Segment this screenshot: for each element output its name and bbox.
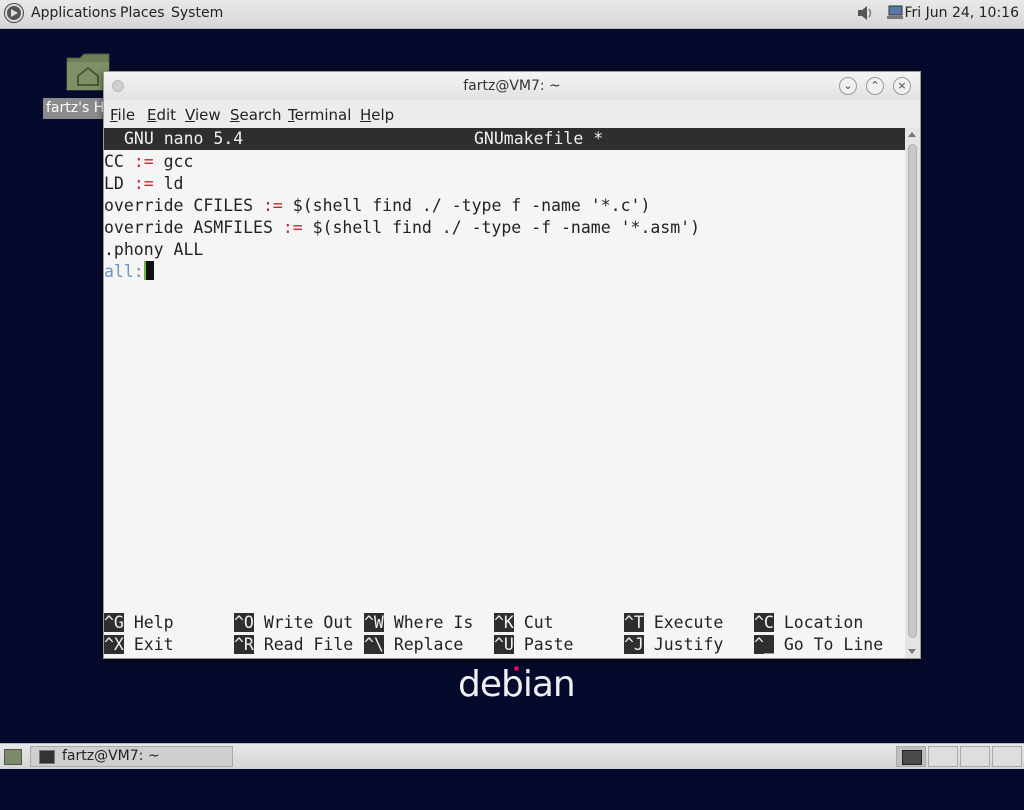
- shortcut-replace[interactable]: ^\ Replace: [364, 634, 463, 656]
- taskbar-task-label: fartz@VM7: ~: [62, 748, 160, 764]
- volume-icon[interactable]: [856, 5, 874, 21]
- code-line[interactable]: all:: [104, 261, 154, 283]
- shortcut-write-out[interactable]: ^O Write Out: [234, 612, 353, 634]
- code-line[interactable]: override ASMFILES := $(shell find ./ -ty…: [104, 217, 700, 239]
- workspace-3[interactable]: [960, 746, 990, 767]
- window-titlebar[interactable]: fartz@VM7: ~ ⌄ ⌃ ×: [104, 72, 920, 100]
- shortcut-row-2: ^X Exit ^R Read File ^\ Replace ^U Paste…: [104, 634, 883, 656]
- menu-help[interactable]: Help: [360, 106, 394, 124]
- clock[interactable]: Fri Jun 24, 10:16: [904, 5, 1019, 21]
- shortcut-where-is[interactable]: ^W Where Is: [364, 612, 473, 634]
- scroll-up-icon[interactable]: [908, 132, 916, 137]
- workspace-2[interactable]: [928, 746, 958, 767]
- terminal-menubar: File Edit View Search Terminal Help: [104, 100, 920, 128]
- code-line[interactable]: CC := gcc: [104, 151, 193, 173]
- menu-edit[interactable]: Edit: [147, 106, 176, 124]
- scrollbar-thumb[interactable]: [908, 144, 917, 638]
- shortcut-exit[interactable]: ^X Exit: [104, 634, 174, 656]
- menu-terminal[interactable]: Terminal: [288, 106, 351, 124]
- workspace-window-icon: [902, 750, 922, 765]
- applications-menu[interactable]: Applications: [31, 5, 117, 21]
- menu-search[interactable]: Search: [230, 106, 282, 124]
- shortcut-row-1: ^G Help ^O Write Out ^W Where Is ^K Cut …: [104, 612, 863, 634]
- shortcut-justify[interactable]: ^J Justify: [624, 634, 723, 656]
- places-menu[interactable]: Places: [120, 5, 165, 21]
- vertical-scrollbar[interactable]: [905, 128, 920, 658]
- shortcut-read-file[interactable]: ^R Read File: [234, 634, 353, 656]
- debian-logo-icon[interactable]: [5, 4, 23, 22]
- taskbar-terminal-button[interactable]: fartz@VM7: ~: [30, 746, 233, 767]
- shortcut-paste[interactable]: ^U Paste: [494, 634, 573, 656]
- workspace-1[interactable]: [896, 746, 926, 767]
- shortcut-cut[interactable]: ^K Cut: [494, 612, 554, 634]
- menu-view[interactable]: View: [185, 106, 221, 124]
- shortcut-go-to-line[interactable]: ^_ Go To Line: [754, 634, 883, 656]
- window-title: fartz@VM7: ~: [463, 78, 561, 94]
- window-menu-icon[interactable]: [112, 80, 124, 92]
- close-button[interactable]: ×: [893, 77, 911, 95]
- text-cursor: [143, 261, 154, 280]
- scroll-down-icon[interactable]: [908, 649, 916, 654]
- network-icon[interactable]: [886, 5, 904, 21]
- shortcut-execute[interactable]: ^T Execute: [624, 612, 723, 634]
- workspace-4[interactable]: [992, 746, 1022, 767]
- nano-header: GNU nano 5.4 GNUmakefile *: [104, 128, 905, 150]
- debian-wordmark-dot: [514, 666, 519, 671]
- code-line[interactable]: override CFILES := $(shell find ./ -type…: [104, 195, 650, 217]
- code-line[interactable]: .phony ALL: [104, 239, 203, 261]
- menu-file[interactable]: File: [110, 106, 135, 124]
- show-desktop-icon[interactable]: [4, 749, 22, 765]
- home-folder-label[interactable]: fartz's Home: [43, 98, 106, 119]
- terminal-window: fartz@VM7: ~ ⌄ ⌃ × File Edit View Search…: [103, 71, 921, 659]
- nano-filename: GNUmakefile *: [474, 129, 604, 148]
- code-line[interactable]: LD := ld: [104, 173, 184, 195]
- minimize-button[interactable]: ⌄: [839, 77, 857, 95]
- terminal-text-area[interactable]: GNU nano 5.4 GNUmakefile * CC := gcc LD …: [104, 128, 905, 658]
- bottom-taskbar: fartz@VM7: ~: [0, 743, 1024, 769]
- shortcut-help[interactable]: ^G Help: [104, 612, 174, 634]
- terminal-icon: [39, 750, 55, 764]
- shortcut-location[interactable]: ^C Location: [754, 612, 863, 634]
- top-panel: Applications Places System Fri Jun 24, 1…: [0, 0, 1024, 29]
- maximize-button[interactable]: ⌃: [866, 77, 884, 95]
- nano-version: GNU nano 5.4: [124, 129, 244, 148]
- system-menu[interactable]: System: [171, 5, 223, 21]
